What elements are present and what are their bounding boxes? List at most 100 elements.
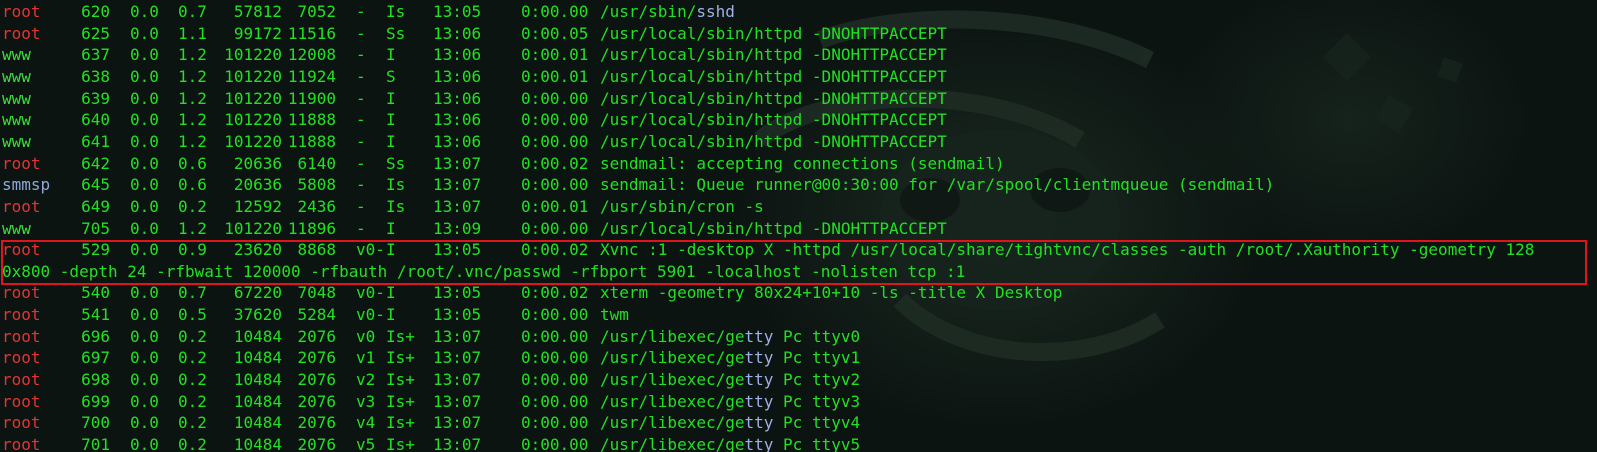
process-stat: I xyxy=(386,305,396,324)
process-rss: 7048 xyxy=(297,283,336,302)
process-stat: Is+ xyxy=(386,392,415,411)
process-vsz: 10484 xyxy=(233,435,282,452)
process-stat: I xyxy=(386,219,396,238)
command-highlight-text: tty xyxy=(744,370,774,389)
process-time: 0:00.02 xyxy=(521,154,589,173)
process-user: www xyxy=(2,45,31,64)
process-tty: - xyxy=(356,219,366,238)
process-user: root xyxy=(2,2,41,21)
process-started: 13:06 xyxy=(433,132,482,151)
process-rss: 2076 xyxy=(297,413,336,432)
command-highlight-text: tty xyxy=(744,348,774,367)
process-pid: 640 xyxy=(81,110,110,129)
process-user: root xyxy=(2,197,41,216)
process-time: 0:00.00 xyxy=(521,175,589,194)
process-cpu: 0.0 xyxy=(130,175,159,194)
process-cpu: 0.0 xyxy=(130,45,159,64)
process-started: 13:05 xyxy=(433,305,482,324)
command-text: xterm -geometry 80x24+10+10 -ls -title X… xyxy=(600,283,1063,302)
command-args-text: Pc ttyv0 xyxy=(773,327,861,346)
command-highlight-text: tty xyxy=(744,392,774,411)
process-command: /usr/libexec/getty Pc ttyv3 xyxy=(600,391,860,413)
process-command: /usr/local/sbin/httpd -DNOHTTPACCEPT xyxy=(600,23,947,45)
command-text: sendmail: Queue runner@00:30:00 for /var… xyxy=(600,175,1275,194)
command-text: /usr/libexec/ge xyxy=(600,327,745,346)
process-pid: 637 xyxy=(81,45,110,64)
command-text: twm xyxy=(600,305,629,324)
process-stat: Is xyxy=(386,2,406,21)
process-tty: v5 xyxy=(356,435,376,452)
process-vsz: 101220 xyxy=(224,45,282,64)
command-text: /usr/local/sbin/httpd -DNOHTTPACCEPT xyxy=(600,24,947,43)
process-started: 13:07 xyxy=(433,413,482,432)
process-stat: I xyxy=(386,110,396,129)
process-vsz: 20636 xyxy=(233,175,282,194)
process-command: sendmail: accepting connections (sendmai… xyxy=(600,153,1005,175)
process-rss: 11516 xyxy=(287,24,336,43)
process-vsz: 10484 xyxy=(233,348,282,367)
process-vsz: 101220 xyxy=(224,219,282,238)
process-tty: v0 xyxy=(356,327,376,346)
process-rss: 2076 xyxy=(297,435,336,452)
process-tty: - xyxy=(356,2,366,21)
process-started: 13:07 xyxy=(433,348,482,367)
process-vsz: 101220 xyxy=(224,89,282,108)
process-command: xterm -geometry 80x24+10+10 -ls -title X… xyxy=(600,282,1062,304)
process-vsz: 12592 xyxy=(233,197,282,216)
process-pid: 705 xyxy=(81,219,110,238)
process-cpu: 0.0 xyxy=(130,154,159,173)
process-tty: v1 xyxy=(356,348,376,367)
process-cpu: 0.0 xyxy=(130,348,159,367)
process-started: 13:07 xyxy=(433,435,482,452)
process-time: 0:00.00 xyxy=(521,89,589,108)
process-pid: 699 xyxy=(81,392,110,411)
process-vsz: 101220 xyxy=(224,67,282,86)
process-user: root xyxy=(2,392,41,411)
process-user: www xyxy=(2,219,31,238)
process-command: /usr/local/sbin/httpd -DNOHTTPACCEPT xyxy=(600,131,947,153)
process-stat: I xyxy=(386,283,396,302)
terminal-output: root 620 0.0 0.7 57812 7052- Is 13:05 0:00.00/us… xyxy=(0,0,1597,452)
process-command: /usr/libexec/getty Pc ttyv0 xyxy=(600,326,860,348)
process-started: 13:06 xyxy=(433,89,482,108)
process-user: smmsp xyxy=(2,175,51,194)
process-started: 13:07 xyxy=(433,175,482,194)
process-pid: 700 xyxy=(81,413,110,432)
process-tty: - xyxy=(356,132,366,151)
command-highlight-text: tty xyxy=(744,435,774,452)
process-vsz: 10484 xyxy=(233,327,282,346)
process-tty: - xyxy=(356,175,366,194)
command-highlight-text: tty xyxy=(744,413,774,432)
process-cpu: 0.0 xyxy=(130,132,159,151)
process-rss: 2076 xyxy=(297,392,336,411)
process-started: 13:07 xyxy=(433,392,482,411)
process-rss: 11888 xyxy=(287,132,336,151)
process-rss: 11896 xyxy=(287,219,336,238)
command-text: sendmail: accepting connections (sendmai… xyxy=(600,154,1005,173)
process-vsz: 67220 xyxy=(233,283,282,302)
process-vsz: 99172 xyxy=(233,24,282,43)
command-text: /usr/local/sbin/httpd -DNOHTTPACCEPT xyxy=(600,89,947,108)
process-cpu: 0.0 xyxy=(130,392,159,411)
process-command: /usr/sbin/sshd xyxy=(600,1,735,23)
process-pid: 645 xyxy=(81,175,110,194)
process-stat: Is+ xyxy=(386,370,415,389)
process-started: 13:05 xyxy=(433,2,482,21)
process-command: /usr/sbin/cron -s xyxy=(600,196,764,218)
process-vsz: 101220 xyxy=(224,132,282,151)
process-rss: 5808 xyxy=(297,175,336,194)
process-user: root xyxy=(2,283,41,302)
process-vsz: 20636 xyxy=(233,154,282,173)
process-tty: - xyxy=(356,110,366,129)
command-highlight-text: tty xyxy=(744,327,774,346)
process-pid: 649 xyxy=(81,197,110,216)
process-rss: 2076 xyxy=(297,370,336,389)
command-text: /usr/local/sbin/httpd -DNOHTTPACCEPT xyxy=(600,219,947,238)
process-user: www xyxy=(2,132,31,151)
process-time: 0:00.00 xyxy=(521,370,589,389)
process-rss: 6140 xyxy=(297,154,336,173)
process-user: www xyxy=(2,67,31,86)
process-pid: 625 xyxy=(81,24,110,43)
command-args-text: Pc ttyv1 xyxy=(773,348,861,367)
process-cpu: 0.0 xyxy=(130,283,159,302)
